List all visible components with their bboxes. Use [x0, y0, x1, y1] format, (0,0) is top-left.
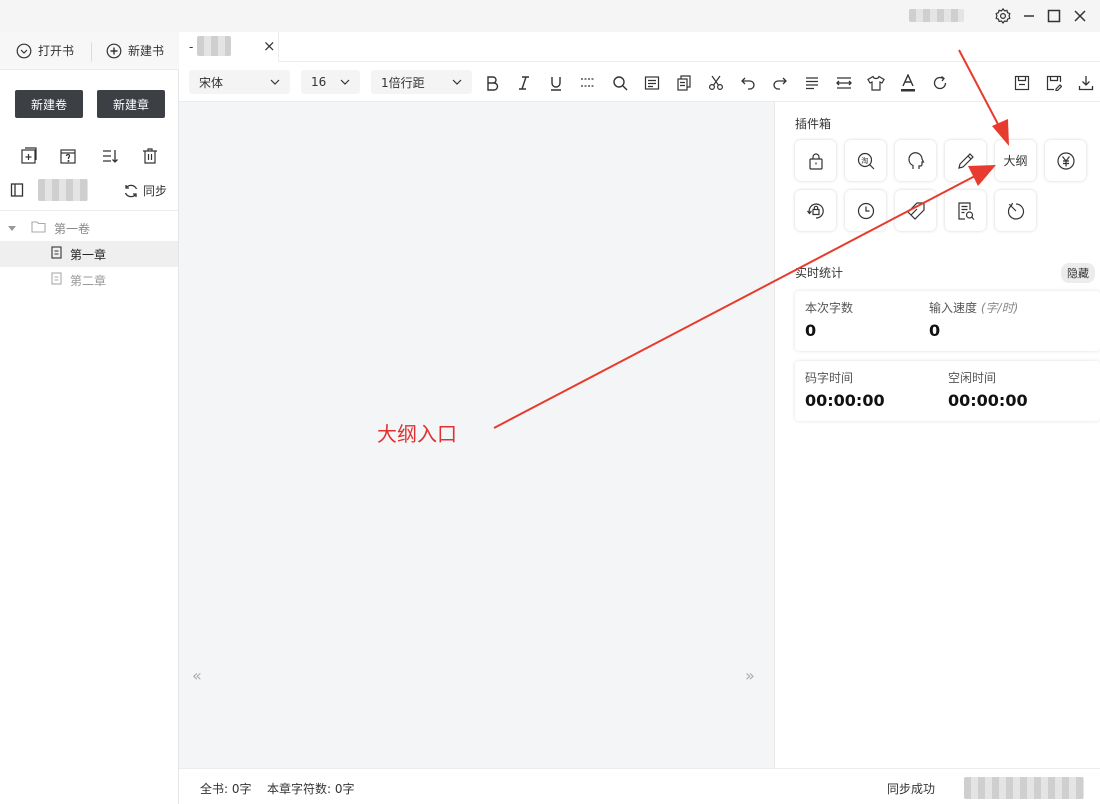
annotation-arrow-long — [493, 175, 976, 429]
annotation-arrowhead-top — [992, 119, 1009, 146]
annotation-label: 大纲入口 — [377, 422, 457, 446]
annotation-arrow-top — [958, 49, 1001, 129]
annotation-arrowhead-long — [968, 165, 996, 186]
annotation-arrows — [493, 49, 1009, 429]
